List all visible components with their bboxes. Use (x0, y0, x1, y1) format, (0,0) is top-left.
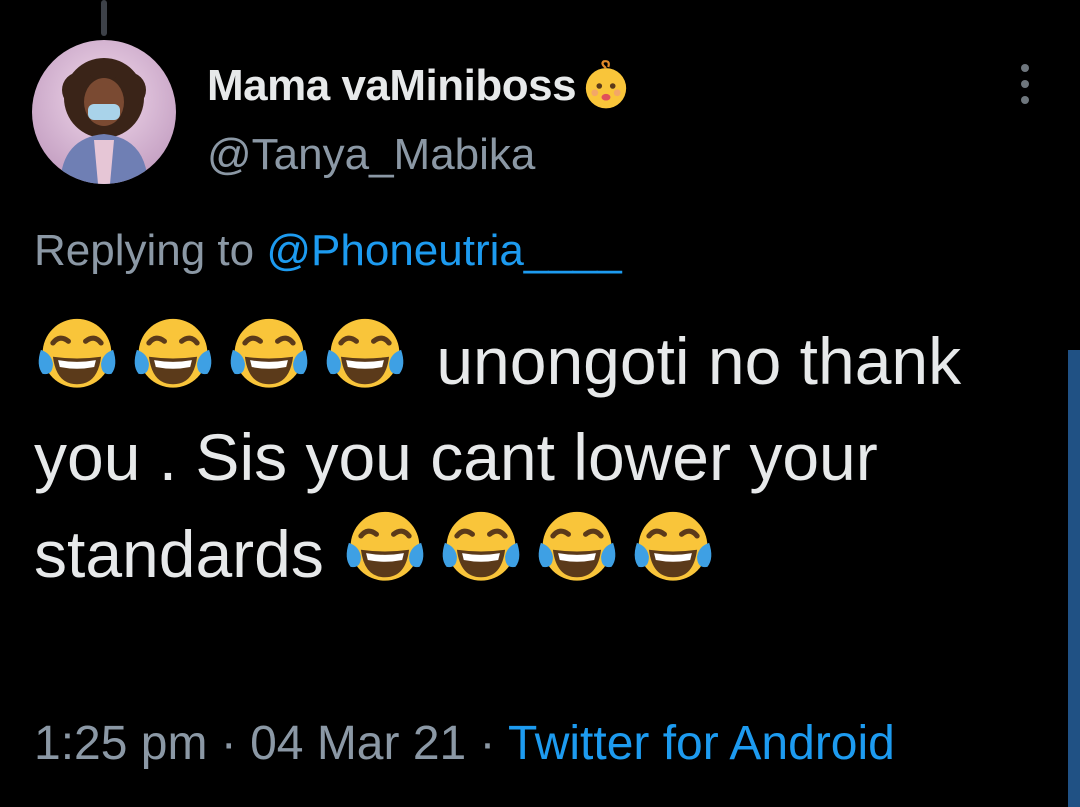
face-with-tears-of-joy-icon (322, 312, 408, 398)
more-dot (1021, 64, 1029, 72)
display-name-text: Mama vaMiniboss (207, 61, 577, 110)
baby-face-icon (578, 58, 634, 114)
tweet-metadata: 1:25 pm · 04 Mar 21 · Twitter for Androi… (34, 716, 895, 771)
more-dot (1021, 96, 1029, 104)
display-name[interactable]: Mama vaMiniboss (207, 58, 634, 114)
replying-prefix: Replying to (34, 226, 267, 275)
meta-separator: · (207, 717, 251, 770)
tweet-text: unongoti no thank you . Sis you cant low… (34, 312, 1044, 602)
replying-to-line: Replying to @Phoneutria____ (34, 226, 622, 276)
tweet-time[interactable]: 1:25 pm (34, 717, 207, 770)
more-options-icon[interactable] (1009, 62, 1041, 106)
face-with-tears-of-joy-icon (226, 312, 312, 398)
tweet-source-link[interactable]: Twitter for Android (508, 717, 895, 770)
face-with-tears-of-joy-icon (534, 505, 620, 591)
tweet-date[interactable]: 04 Mar 21 (250, 717, 466, 770)
face-with-tears-of-joy-icon (34, 312, 120, 398)
face-with-tears-of-joy-icon (130, 312, 216, 398)
avatar-image (60, 58, 148, 184)
thread-connector-line (101, 0, 107, 36)
face-with-tears-of-joy-icon (438, 505, 524, 591)
more-dot (1021, 80, 1029, 88)
user-handle[interactable]: @Tanya_Mabika (207, 130, 535, 180)
scrollbar[interactable] (1068, 350, 1080, 807)
replying-mention-link[interactable]: @Phoneutria____ (266, 226, 621, 275)
face-with-tears-of-joy-icon (342, 505, 428, 591)
meta-separator: · (466, 717, 509, 770)
face-with-tears-of-joy-icon (630, 505, 716, 591)
avatar[interactable] (32, 40, 176, 184)
